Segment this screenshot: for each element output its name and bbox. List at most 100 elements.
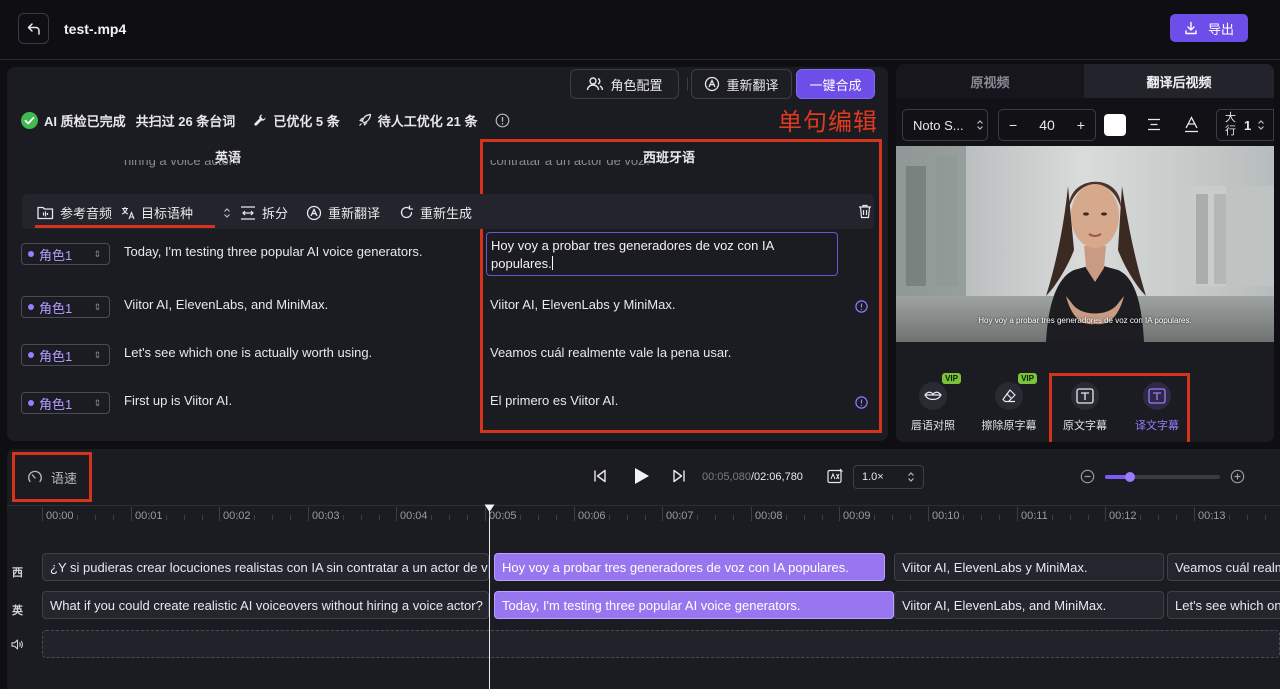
split-icon [241, 205, 255, 220]
timeline-clip-en[interactable]: What if you could create realistic AI vo… [42, 591, 489, 619]
top-bar: test-.mp4 导出 [0, 0, 1280, 60]
target-column-highlight [480, 139, 882, 433]
role-select[interactable]: 角色1 ⇕ [21, 296, 110, 318]
ruler-tick [1017, 507, 1018, 521]
target-text[interactable]: Viitor AI, ElevenLabs y MiniMax. [490, 297, 675, 312]
next-icon[interactable] [672, 469, 686, 483]
role-select[interactable]: 角色1 ⇕ [21, 392, 110, 414]
timeline-clip-es[interactable]: ¿Y si pudieras crear locuciones realista… [42, 553, 489, 581]
target-text-editor[interactable]: Hoy voy a probar tres generadores de voz… [486, 232, 838, 276]
ruler-tick [485, 507, 486, 521]
timeline-clip-es[interactable]: Veamos cuál realmente vale la pena usar. [1167, 553, 1280, 581]
ruler-baseline [7, 505, 1280, 506]
current-time: 00:05,080 [702, 471, 751, 483]
reference-audio-button[interactable]: 参考音频 [37, 203, 112, 222]
lips-shape [924, 391, 942, 401]
erase-subtitles-button[interactable]: VIP 擦除原字幕 [974, 373, 1044, 433]
role-label: 角色1 [39, 247, 73, 263]
info-icon[interactable] [495, 113, 510, 128]
audio-track[interactable] [42, 630, 1280, 658]
scanned-count-text: 共扫过 26 条台词 [135, 113, 236, 129]
role-label: 角色1 [39, 348, 73, 364]
qc-done-text: AI 质检已完成 [44, 113, 126, 129]
ruler-minor-tick [715, 515, 716, 520]
ruler-minor-tick [1229, 515, 1230, 520]
lip-sync-label: 唇语对照 [911, 420, 955, 432]
rocket-icon [358, 113, 371, 126]
split-button[interactable]: 拆分 [240, 203, 288, 222]
align-center-icon[interactable] [1147, 118, 1161, 131]
font-size-stepper[interactable]: − 40 + [998, 109, 1096, 141]
role-dot [28, 400, 34, 406]
ruler-minor-tick [1265, 515, 1266, 520]
export-label: 导出 [1207, 21, 1234, 37]
timeline-clip-es[interactable]: Viitor AI, ElevenLabs y MiniMax. [894, 553, 1164, 581]
timeline-clip-en[interactable]: Viitor AI, ElevenLabs, and MiniMax. [894, 591, 1164, 619]
timeline-clip-en-selected[interactable]: Today, I'm testing three popular AI voic… [494, 591, 894, 619]
target-language-label: 目标语种 [141, 206, 194, 221]
tab-original-video[interactable]: 原视频 [896, 64, 1084, 98]
target-language-select[interactable]: 目标语种 [121, 203, 231, 222]
minus-icon[interactable]: − [1009, 117, 1017, 133]
ruler-minor-tick [857, 515, 858, 520]
font-size-value: 40 [1039, 117, 1055, 133]
tab-translated-video[interactable]: 翻译后视频 [1084, 64, 1274, 98]
erase-subtitles-label: 擦除原字幕 [981, 420, 1037, 432]
chevron-updown-icon: ⇕ [93, 248, 101, 259]
ruler-minor-tick [166, 515, 167, 520]
text-stroke-icon[interactable] [1184, 116, 1199, 133]
eraser-icon: VIP [995, 373, 1037, 410]
playback-rate-select[interactable]: 1.0× [853, 465, 924, 489]
timeline-clip-en[interactable]: Let's see which one is actually worth us… [1167, 591, 1280, 619]
zoom-slider-handle[interactable] [1125, 472, 1135, 482]
warning-info-icon[interactable] [855, 300, 868, 313]
qc-done-status: AI 质检已完成 [21, 111, 126, 130]
role-select[interactable]: 角色1 ⇕ [21, 344, 110, 366]
previous-icon[interactable] [593, 469, 607, 483]
speech-rate-button[interactable]: 语速 [12, 452, 92, 502]
ruler-minor-tick [467, 515, 468, 520]
target-text[interactable]: Veamos cuál realmente vale la pena usar. [490, 345, 731, 360]
role-config-button[interactable]: 角色配置 [570, 69, 679, 99]
folder-audio-icon [37, 206, 54, 220]
export-button[interactable]: 导出 [1170, 14, 1248, 42]
sentence-edit-annotation: 单句编辑 [778, 109, 878, 136]
role-label: 角色1 [39, 396, 73, 412]
ruler-tick [928, 507, 929, 521]
reference-audio-label: 参考音频 [60, 206, 113, 221]
font-family-select[interactable]: Noto S... [902, 109, 988, 141]
warning-info-icon[interactable] [855, 396, 868, 409]
segment-retranslate-button[interactable]: 重新翻译 [306, 203, 380, 222]
back-button[interactable] [18, 13, 49, 44]
spanish-track-label: 西 [12, 567, 23, 579]
role-select[interactable]: 角色1 ⇕ [21, 243, 110, 265]
trash-icon[interactable] [858, 204, 872, 219]
ruler-minor-tick [1070, 515, 1071, 520]
timeline-clip-es-selected[interactable]: Hoy voy a probar tres generadores de voz… [494, 553, 885, 581]
ruler-minor-tick [946, 515, 947, 520]
ruler-minor-tick [1247, 515, 1248, 520]
zoom-out-icon[interactable] [1080, 469, 1095, 484]
language-icon [121, 206, 135, 219]
ruler-minor-tick [769, 515, 770, 520]
target-text[interactable]: El primero es Viitor AI. [490, 393, 618, 408]
max-lines-select[interactable]: 大行 1 [1216, 109, 1274, 141]
zoom-in-icon[interactable] [1230, 469, 1245, 484]
regenerate-button[interactable]: 重新生成 [399, 203, 472, 222]
one-click-compose-button[interactable]: 一键合成 [796, 69, 875, 99]
video-frame-image [896, 146, 1274, 342]
font-color-swatch[interactable] [1104, 114, 1126, 136]
segment-toolbar-highlight [35, 225, 215, 228]
optimized-text: 已优化 5 条 [273, 113, 340, 129]
role-dot [28, 352, 34, 358]
video-player[interactable] [896, 146, 1274, 342]
ruler-tick [308, 507, 309, 521]
lip-sync-compare-button[interactable]: VIP 唇语对照 [898, 373, 968, 433]
play-icon[interactable] [631, 466, 651, 486]
retranslate-all-button[interactable]: 重新翻译 [691, 69, 792, 99]
ruler-minor-tick [981, 515, 982, 520]
plus-icon[interactable]: + [1077, 117, 1085, 133]
playhead[interactable] [489, 511, 490, 689]
chevron-updown-icon: ⇕ [93, 349, 101, 360]
source-text: Today, I'm testing three popular AI voic… [124, 244, 423, 259]
